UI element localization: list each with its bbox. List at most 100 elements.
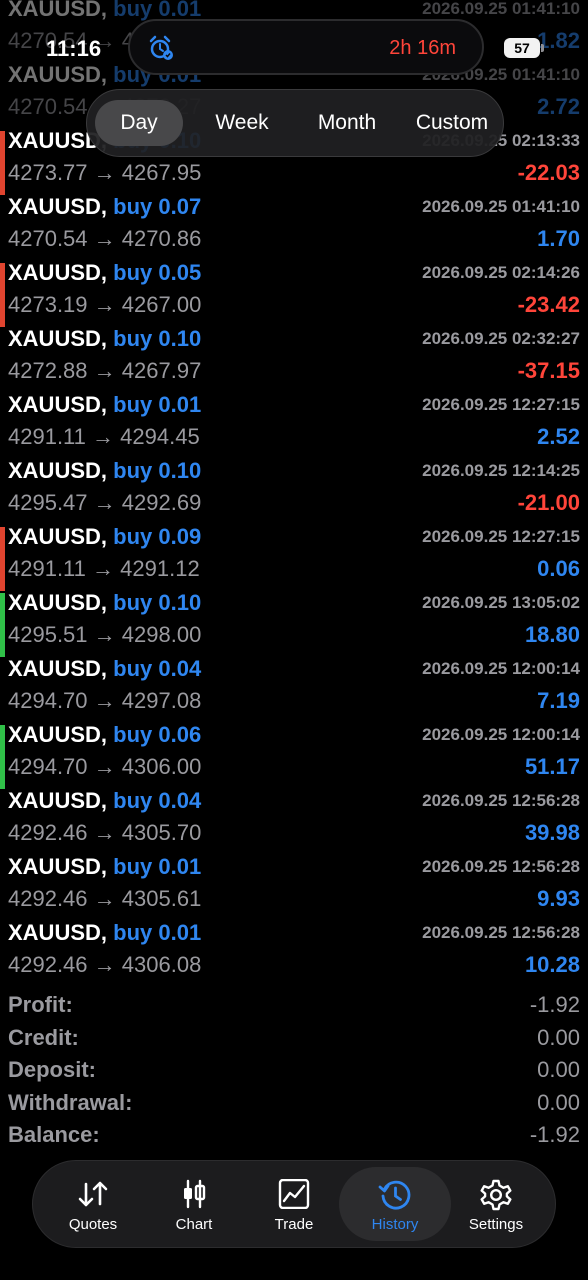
trade-row[interactable]: XAUUSD, buy 0.01 2026.09.25 12:27:15 4291.…	[0, 394, 588, 460]
trade-side-volume: buy 0.01	[113, 392, 202, 417]
summary-deposit-row: Deposit: 0.00	[0, 1059, 588, 1092]
trade-symbol-name: XAUUSD,	[8, 458, 108, 483]
trade-symbol: XAUUSD, buy 0.10	[8, 592, 201, 614]
summary-label: Deposit:	[8, 1057, 96, 1082]
period-selector[interactable]: Day Week Month Custom	[86, 89, 504, 157]
trade-arrow: →	[93, 952, 116, 977]
trade-arrow: →	[93, 490, 116, 515]
trade-close-price: 4267.00	[121, 292, 202, 317]
trade-row[interactable]: XAUUSD, buy 0.10 2026.09.25 13:05:02 4295.…	[0, 592, 588, 658]
trade-symbol: XAUUSD, buy 0.01	[8, 394, 201, 416]
trade-close-price: 4270.86	[121, 226, 202, 251]
tab-history[interactable]: History	[339, 1167, 451, 1241]
trade-row[interactable]: XAUUSD, buy 0.10 2026.09.25 12:14:25 4295.…	[0, 460, 588, 526]
trade-open-price: 4273.77	[8, 160, 88, 185]
trade-prices: 4270.54 → 4270.86	[8, 228, 201, 250]
history-icon	[378, 1180, 411, 1210]
trade-arrow: →	[93, 292, 116, 317]
trade-row[interactable]: XAUUSD, buy 0.04 2026.09.25 12:56:28 4292.…	[0, 790, 588, 856]
trade-row[interactable]: XAUUSD, buy 0.09 2026.09.25 12:27:15 4291.…	[0, 526, 588, 592]
trade-profit: 51.17	[524, 754, 580, 779]
trade-row[interactable]: XAUUSD, buy 0.04 2026.09.25 12:00:14 4294.…	[0, 658, 588, 724]
summary-profit-row: Profit: -1.92	[0, 994, 588, 1027]
trade-row[interactable]: XAUUSD, buy 0.07 2026.09.25 01:41:10 4270.…	[0, 196, 588, 262]
trade-open-price: 4272.88	[8, 358, 88, 383]
trade-row[interactable]: XAUUSD, buy 0.05 2026.09.25 02:14:26 4273.…	[0, 262, 588, 328]
tab-label: Settings	[468, 1216, 524, 1233]
alarm-icon	[149, 35, 173, 60]
trade-profit: 18.80	[524, 622, 580, 647]
trade-arrow: →	[93, 688, 116, 713]
trade-open-price: 4294.70	[8, 688, 88, 713]
trade-prices: 4272.88 → 4267.97	[8, 360, 201, 382]
tab-settings[interactable]: Settings	[446, 1167, 546, 1241]
period-month[interactable]: Month	[297, 100, 397, 146]
trade-open-price: 4273.19	[8, 292, 88, 317]
trade-side-volume: buy 0.05	[113, 260, 202, 285]
tab-trade[interactable]: Trade	[244, 1167, 344, 1241]
history-summary: Profit: -1.92 Credit: 0.00 Deposit: 0.00…	[0, 994, 588, 1157]
trade-profit: 7.19	[537, 688, 580, 713]
trade-row[interactable]: XAUUSD, buy 0.01 2026.09.25 12:56:28 4292.…	[0, 856, 588, 922]
trade-prices: 4273.77 → 4267.95	[8, 162, 201, 184]
trade-symbol-name: XAUUSD,	[8, 392, 108, 417]
trade-open-price: 4270.54	[8, 94, 88, 119]
summary-balance-row: Balance: -1.92	[0, 1124, 588, 1157]
trade-open-price: 4291.11	[8, 424, 86, 449]
trade-symbol-name: XAUUSD,	[8, 590, 108, 615]
trade-side-volume: buy 0.10	[113, 326, 202, 351]
tab-label: Chart	[175, 1216, 213, 1233]
period-week[interactable]: Week	[195, 100, 289, 146]
trade-close-price: 4292.69	[121, 490, 202, 515]
trade-row[interactable]: XAUUSD, buy 0.10 2026.09.25 02:32:27 4272.…	[0, 328, 588, 394]
trade-row[interactable]: XAUUSD, buy 0.06 2026.09.25 12:00:14 4294.…	[0, 724, 588, 790]
tab-chart[interactable]: Chart	[144, 1167, 244, 1241]
period-day[interactable]: Day	[95, 100, 183, 146]
trade-profit: 1.70	[537, 226, 580, 251]
status-bar: 11:16 2h 16m 57	[0, 0, 588, 75]
trade-open-price: 4295.51	[8, 622, 88, 647]
trade-profit: -22.03	[517, 160, 580, 185]
trade-prices: 4291.11 → 4294.45	[8, 426, 200, 448]
trade-symbol-name: XAUUSD,	[8, 194, 108, 219]
trade-side-volume: buy 0.04	[113, 788, 202, 813]
trade-time: 2026.09.25 12:56:28	[422, 923, 580, 942]
summary-value: -1.92	[529, 992, 580, 1017]
tab-label: Quotes	[68, 1216, 118, 1233]
trade-symbol: XAUUSD, buy 0.04	[8, 790, 201, 812]
trade-symbol-name: XAUUSD,	[8, 260, 108, 285]
trade-icon	[278, 1179, 310, 1209]
trade-time: 2026.09.25 13:05:02	[422, 593, 580, 612]
tab-label: Trade	[274, 1216, 314, 1233]
quotes-icon	[78, 1181, 108, 1207]
trade-prices: 4292.46 → 4305.61	[8, 888, 201, 910]
trade-close-price: 4305.70	[121, 820, 202, 845]
trade-close-price: 4306.00	[121, 754, 202, 779]
trade-profit: -37.15	[517, 358, 580, 383]
trade-symbol: XAUUSD, buy 0.05	[8, 262, 201, 284]
trade-profit: 0.06	[537, 556, 580, 581]
trade-time: 2026.09.25 02:14:26	[422, 263, 580, 282]
trade-open-price: 4295.47	[8, 490, 88, 515]
trade-status-marker	[0, 263, 5, 327]
trade-arrow: →	[92, 424, 115, 449]
trade-arrow: →	[93, 358, 116, 383]
period-custom[interactable]: Custom	[403, 100, 501, 146]
trade-close-price: 4306.08	[121, 952, 202, 977]
trade-profit: 9.93	[537, 886, 580, 911]
trade-arrow: →	[92, 556, 115, 581]
trade-profit: 2.52	[537, 424, 580, 449]
trade-close-price: 4298.00	[121, 622, 202, 647]
trade-time: 2026.09.25 12:00:14	[422, 725, 580, 744]
trade-time: 2026.09.25 12:27:15	[422, 527, 580, 546]
trade-symbol: XAUUSD, buy 0.01	[8, 856, 201, 878]
summary-label: Withdrawal:	[8, 1089, 133, 1115]
tab-quotes[interactable]: Quotes	[43, 1167, 143, 1241]
chart-icon	[184, 1179, 206, 1209]
trade-row[interactable]: XAUUSD, buy 0.01 2026.09.25 12:56:28 4292.…	[0, 922, 588, 988]
dynamic-island[interactable]: 2h 16m	[128, 19, 484, 75]
battery-indicator: 57	[504, 38, 544, 58]
summary-label: Profit:	[8, 992, 73, 1017]
trade-symbol-name: XAUUSD,	[8, 656, 108, 681]
trade-open-price: 4292.46	[8, 820, 88, 845]
